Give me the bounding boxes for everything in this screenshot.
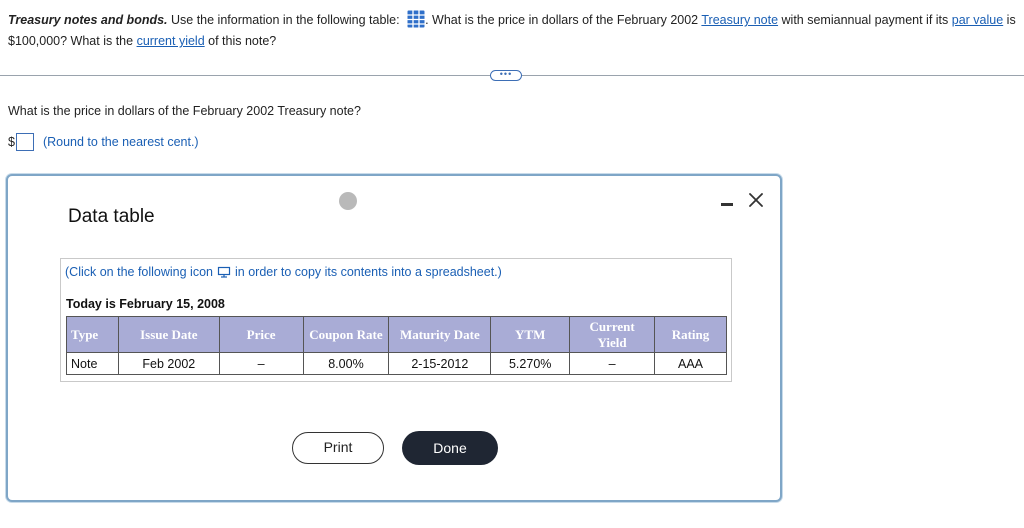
data-table-modal: Data table (Click on the following icon i… xyxy=(6,174,782,502)
par-value-link[interactable]: par value xyxy=(952,13,1003,27)
question-text: Treasury notes and bonds. Use the inform… xyxy=(8,10,1018,52)
treasury-note-link[interactable]: Treasury note xyxy=(701,13,778,27)
question-part-1: Use the information in the following tab… xyxy=(167,13,404,27)
currency-symbol: $ xyxy=(8,135,15,149)
header-price: Price xyxy=(218,316,304,353)
cell-price: – xyxy=(218,352,304,375)
table-row: Note Feb 2002 – 8.00% 2-15-2012 5.270% –… xyxy=(66,352,727,375)
cell-rating: AAA xyxy=(654,352,727,375)
today-date: Today is February 15, 2008 xyxy=(66,297,225,311)
cell-maturity-date: 2-15-2012 xyxy=(388,352,492,375)
copy-icon[interactable] xyxy=(217,266,231,278)
rounding-note: (Round to the nearest cent.) xyxy=(42,135,199,149)
header-current-yield: Current Yield xyxy=(569,316,656,353)
header-rating: Rating xyxy=(654,316,727,353)
print-button[interactable]: Print xyxy=(292,432,384,464)
more-button[interactable]: ••• xyxy=(490,70,522,81)
question-part-3: with semiannual payment if its xyxy=(778,13,952,27)
header-coupon-rate: Coupon Rate xyxy=(302,316,390,353)
table-header-row: Type Issue Date Price Coupon Rate Maturi… xyxy=(66,316,727,353)
cell-ytm: 5.270% xyxy=(490,352,571,375)
drag-handle[interactable] xyxy=(339,192,357,210)
header-type: Type xyxy=(66,316,119,353)
question-title: Treasury notes and bonds. xyxy=(8,13,168,27)
copy-note-suffix: in order to copy its contents into a spr… xyxy=(235,265,502,279)
close-icon[interactable] xyxy=(748,192,764,208)
cell-current-yield: – xyxy=(569,352,656,375)
cell-type: Note xyxy=(66,352,119,375)
copy-note-prefix: (Click on the following icon xyxy=(65,265,213,279)
price-answer-input[interactable] xyxy=(15,133,34,151)
current-yield-link[interactable]: current yield xyxy=(137,34,205,48)
done-button[interactable]: Done xyxy=(402,431,498,465)
cell-issue-date: Feb 2002 xyxy=(117,352,220,375)
question-part-2: . What is the price in dollars of the Fe… xyxy=(425,13,702,27)
data-table: Type Issue Date Price Coupon Rate Maturi… xyxy=(66,316,727,375)
cell-coupon-rate: 8.00% xyxy=(302,352,390,375)
minimize-icon[interactable] xyxy=(720,194,734,208)
header-issue-date: Issue Date xyxy=(117,316,220,353)
header-ytm: YTM xyxy=(490,316,571,353)
table-grid-icon[interactable] xyxy=(407,10,426,28)
sub-question: What is the price in dollars of the Febr… xyxy=(8,104,361,118)
question-part-5: of this note? xyxy=(204,34,277,48)
answer-row: $ (Round to the nearest cent.) xyxy=(8,133,199,151)
data-panel: (Click on the following icon in order to … xyxy=(60,258,732,382)
header-maturity-date: Maturity Date xyxy=(388,316,492,353)
modal-title: Data table xyxy=(68,206,155,227)
copy-instruction: (Click on the following icon in order to … xyxy=(65,265,502,279)
